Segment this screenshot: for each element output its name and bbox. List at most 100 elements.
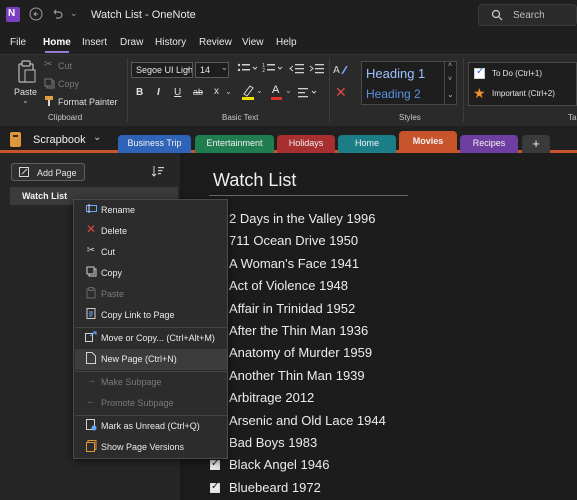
list-item[interactable]: Another Thin Man 1939	[229, 368, 365, 383]
todo-checkbox[interactable]	[210, 481, 220, 493]
tag-important[interactable]: ★ Important (Ctrl+2)	[473, 85, 577, 103]
scroll-down-icon[interactable]: ˅	[448, 76, 452, 83]
add-page-button[interactable]: Add Page	[11, 163, 85, 181]
highlight-button[interactable]: ⌄	[241, 84, 263, 102]
menu-view[interactable]: View	[242, 37, 264, 48]
add-page-label: Add Page	[37, 168, 77, 178]
menu-review[interactable]: Review	[199, 37, 232, 48]
cut-button[interactable]: ✂ Cut	[44, 59, 84, 73]
section-tab-movies[interactable]: Movies	[399, 131, 457, 153]
clear-formatting-icon[interactable]: ✕	[335, 84, 347, 101]
menu-insert[interactable]: Insert	[82, 37, 107, 48]
tags-group-label: Ta	[568, 113, 577, 122]
scroll-up-icon[interactable]: ˄	[448, 62, 452, 69]
svg-text:2: 2	[262, 68, 265, 74]
subscript-button[interactable]: x	[214, 86, 219, 97]
tag-todo[interactable]: ✓ To Do (Ctrl+1)	[474, 66, 577, 83]
list-item[interactable]: Bad Boys 1983	[229, 435, 317, 450]
section-tab-holidays[interactable]: Holidays	[277, 135, 335, 153]
search-box[interactable]: Search	[478, 4, 577, 26]
menu-draw[interactable]: Draw	[120, 37, 143, 48]
more-styles-icon[interactable]: ⌄	[447, 90, 454, 99]
font-name-dropdown[interactable]: Segoe UI Light	[131, 62, 193, 78]
list-item[interactable]: Act of Violence 1948	[229, 278, 348, 293]
numbering-button[interactable]: 12	[262, 62, 286, 76]
bullets-button[interactable]	[237, 62, 261, 76]
menu-copy-link[interactable]: Copy Link to Page	[75, 305, 227, 326]
menu-promote-subpage[interactable]: ← Promote Subpage	[75, 393, 227, 414]
styles-icon: A	[333, 65, 348, 76]
font-name-chevron-icon[interactable]: ⌄	[185, 63, 192, 72]
list-item[interactable]: A Woman's Face 1941	[229, 256, 359, 271]
list-item[interactable]: Bluebeard 1972	[229, 480, 321, 495]
move-icon	[85, 331, 97, 345]
basic-text-group-label: Basic Text	[222, 113, 259, 122]
cut-label: Cut	[58, 61, 73, 71]
styles-pane-button[interactable]: A	[333, 62, 349, 78]
link-icon	[85, 308, 97, 323]
menu-copy[interactable]: Copy	[75, 263, 227, 284]
decrease-indent-button[interactable]	[289, 62, 307, 76]
add-section-button[interactable]: +	[522, 135, 550, 153]
styles-scroll[interactable]: ˄ ˅ ⌄	[444, 62, 456, 105]
strikethrough-button[interactable]: ab	[193, 87, 203, 97]
list-item[interactable]: 711 Ocean Drive 1950	[229, 233, 358, 248]
list-item[interactable]: Anatomy of Murder 1959	[229, 345, 372, 360]
heading-1-style[interactable]: Heading 1	[366, 66, 425, 81]
list-item[interactable]: After the Thin Man 1936	[229, 323, 368, 338]
sort-pages-icon[interactable]	[151, 165, 164, 181]
menu-cut[interactable]: ✂ Cut	[75, 242, 227, 263]
paragraph-align-button[interactable]	[298, 86, 322, 100]
dropdown-chevron-icon[interactable]: ⌄	[70, 8, 78, 19]
onenote-logo-letter: N	[8, 8, 16, 19]
underline-button[interactable]: U	[174, 87, 181, 98]
menu-file[interactable]: File	[10, 37, 26, 48]
menu-make-subpage[interactable]: → Make Subpage	[75, 372, 227, 393]
bold-button[interactable]: B	[136, 87, 143, 98]
menu-move-or-copy[interactable]: Move or Copy... (Ctrl+Alt+M)	[75, 328, 227, 349]
notebook-switcher[interactable]: Scrapbook ⌄	[8, 131, 106, 149]
menu-history[interactable]: History	[155, 37, 186, 48]
styles-gallery: Heading 1 Heading 2	[361, 61, 457, 105]
active-menu-indicator	[45, 51, 69, 53]
scissors-icon: ✂	[44, 59, 53, 70]
increase-indent-button[interactable]	[309, 62, 327, 76]
list-item[interactable]: Arsenic and Old Lace 1944	[229, 413, 386, 428]
section-tab-entertainment[interactable]: Entertainment	[195, 135, 274, 153]
list-item[interactable]: Arbitrage 2012	[229, 390, 314, 405]
menu-new-page[interactable]: New Page (Ctrl+N)	[75, 349, 227, 370]
menu-show-page-versions[interactable]: Show Page Versions	[75, 437, 227, 458]
list-item[interactable]: 2 Days in the Valley 1996	[229, 211, 375, 226]
paste-button[interactable]: Paste ⌄	[11, 58, 41, 108]
section-tab-recipes[interactable]: Recipes	[460, 135, 518, 153]
section-tab-business-trip[interactable]: Business Trip	[118, 135, 191, 153]
onenote-logo: N	[6, 7, 20, 22]
list-item[interactable]: Affair in Trinidad 1952	[229, 301, 355, 316]
copy-button[interactable]: Copy	[44, 77, 84, 91]
menu-home[interactable]: Home	[43, 37, 71, 48]
menu-rename[interactable]: Rename	[75, 200, 227, 221]
font-color-button[interactable]: A ⌄	[270, 84, 292, 102]
page-title[interactable]: Watch List	[213, 170, 296, 191]
menu-mark-unread[interactable]: Mark as Unread (Ctrl+Q)	[75, 416, 227, 437]
menu-delete[interactable]: ✕ Delete	[75, 221, 227, 242]
format-painter-label: Format Painter	[58, 97, 118, 107]
font-size-chevron-icon[interactable]: ⌄	[221, 63, 228, 72]
list-item[interactable]: Black Angel 1946	[229, 457, 329, 472]
tags-gallery: ✓ To Do (Ctrl+1) ★ Important (Ctrl+2)	[468, 62, 577, 106]
undo-icon[interactable]	[50, 7, 64, 24]
todo-checkbox[interactable]	[210, 458, 220, 470]
section-tab-home[interactable]: Home	[338, 135, 396, 153]
heading-2-style[interactable]: Heading 2	[366, 87, 421, 101]
menu-paste[interactable]: Paste	[75, 284, 227, 305]
menu-help[interactable]: Help	[276, 37, 297, 48]
align-left-icon	[298, 88, 317, 98]
italic-button[interactable]: I	[157, 87, 160, 98]
format-painter-button[interactable]: Format Painter	[44, 95, 119, 109]
subscript-chevron-icon[interactable]: ⌄	[225, 87, 232, 96]
rename-icon	[85, 203, 97, 217]
page-context-menu: Rename ✕ Delete ✂ Cut Copy Paste Copy Li…	[73, 199, 228, 459]
notebook-name: Scrapbook	[33, 134, 86, 146]
format-painter-icon	[44, 95, 55, 110]
back-icon[interactable]	[29, 7, 43, 24]
